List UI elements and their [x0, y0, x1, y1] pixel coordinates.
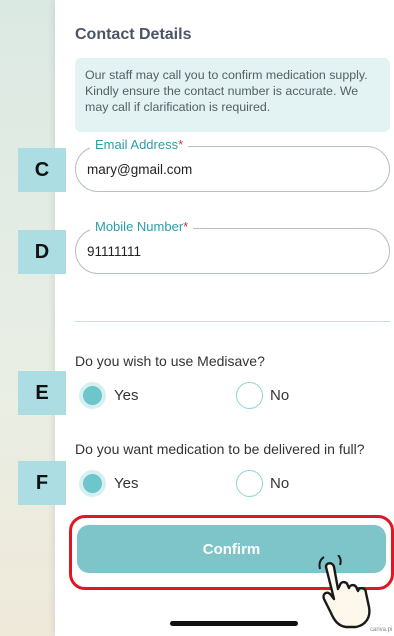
required-mark: * — [183, 219, 189, 234]
mobile-value: 91111111 — [87, 244, 142, 259]
email-field-label: Email Address* — [90, 137, 189, 152]
credit-text: canva.pi — [370, 627, 393, 633]
delivery-yes-label: Yes — [114, 475, 139, 492]
medisave-yes-label: Yes — [114, 387, 139, 404]
medisave-no-label: No — [270, 387, 290, 404]
home-indicator — [170, 621, 298, 626]
info-box: Our staff may call you to confirm medica… — [75, 58, 390, 132]
delivery-yes-radio[interactable] — [79, 470, 106, 497]
email-field[interactable]: Email Address* mary@gmail.com — [75, 137, 390, 192]
delivery-no-label: No — [270, 475, 290, 492]
info-text-line: Our staff may call you to confirm medica… — [85, 68, 368, 82]
required-mark: * — [178, 137, 184, 152]
delivery-no-radio[interactable] — [236, 470, 263, 497]
section-divider — [75, 321, 390, 322]
medisave-question: Do you wish to use Medisave? — [75, 353, 265, 369]
step-badge-e: E — [18, 371, 66, 415]
step-badge-c: C — [18, 148, 66, 192]
step-badge-d: D — [18, 230, 66, 274]
medisave-no-radio[interactable] — [236, 382, 263, 409]
info-text-line: Kindly ensure the contact number is accu… — [85, 84, 359, 98]
medisave-yes-radio[interactable] — [79, 382, 106, 409]
step-badge-f: F — [18, 461, 66, 505]
email-value: mary@gmail.com — [87, 162, 193, 177]
info-text-line: may call if clarification is required. — [85, 100, 271, 114]
mobile-field-label: Mobile Number* — [90, 219, 194, 234]
section-title: Contact Details — [75, 26, 192, 43]
mobile-number-field[interactable]: Mobile Number* 91111111 — [75, 219, 390, 274]
pointing-hand-icon — [318, 555, 371, 629]
delivery-question: Do you want medication to be delivered i… — [75, 441, 365, 457]
